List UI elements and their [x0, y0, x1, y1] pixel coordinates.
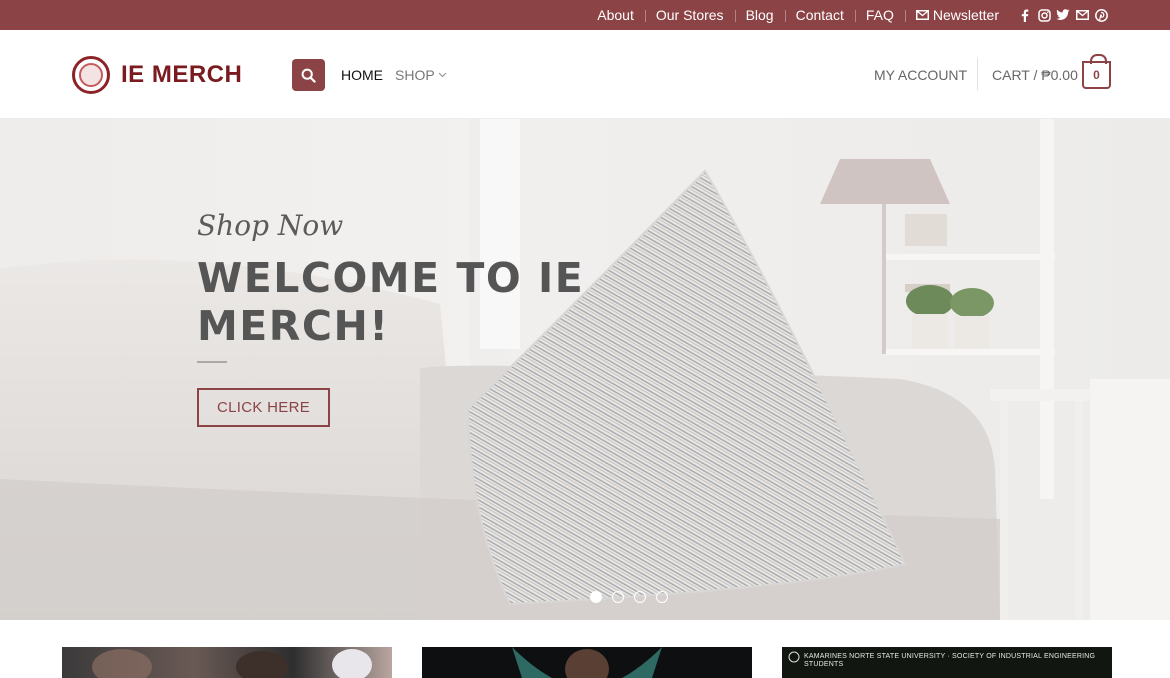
hero-background-image: [0, 119, 1170, 620]
promo-card-1-image: [92, 649, 372, 678]
top-bar: About Our Stores Blog Contact FAQ Newsle…: [0, 0, 1170, 30]
top-link-our-stores[interactable]: Our Stores: [644, 7, 735, 23]
top-link-faq[interactable]: FAQ: [854, 7, 905, 23]
seal-icon: [788, 651, 800, 663]
promo-card-3-caption: KAMARINES NORTE STATE UNIVERSITY · SOCIE…: [804, 653, 1096, 668]
social-icons: [1018, 0, 1108, 30]
chevron-down-icon: [438, 72, 447, 78]
slider-dot-4[interactable]: [656, 591, 668, 603]
hero-slider: Shop Now WELCOME TO IE MERCH! CLICK HERE: [0, 119, 1170, 620]
instagram-icon[interactable]: [1037, 8, 1051, 22]
search-button[interactable]: [292, 59, 325, 91]
cart-count-badge[interactable]: 0: [1082, 54, 1111, 89]
hero-title: WELCOME TO IE MERCH!: [197, 254, 585, 350]
top-link-about[interactable]: About: [586, 7, 645, 23]
twitter-icon[interactable]: [1056, 8, 1070, 22]
newsletter-link[interactable]: Newsletter: [904, 7, 1010, 23]
logo-seal-icon[interactable]: [72, 56, 110, 94]
nav-shop-label: SHOP: [395, 67, 435, 83]
promo-card-2[interactable]: [422, 647, 752, 678]
slider-dot-1[interactable]: [590, 591, 602, 603]
nav-home[interactable]: HOME: [341, 67, 383, 83]
promo-card-1[interactable]: [62, 647, 392, 678]
top-link-blog[interactable]: Blog: [734, 7, 785, 23]
site-header: IE MERCH HOME SHOP MY ACCOUNT CART / ₱0.…: [0, 30, 1170, 119]
header-divider: [977, 58, 978, 90]
newsletter-label: Newsletter: [932, 7, 999, 23]
hero-divider: [197, 361, 227, 363]
promo-card-3[interactable]: KAMARINES NORTE STATE UNIVERSITY · SOCIE…: [782, 647, 1112, 678]
search-icon: [301, 68, 316, 83]
logo-text[interactable]: IE MERCH: [121, 61, 242, 89]
click-here-button[interactable]: CLICK HERE: [197, 388, 330, 427]
slider-dots: [590, 591, 668, 603]
email-icon[interactable]: [1075, 8, 1089, 22]
slider-dot-3[interactable]: [634, 591, 646, 603]
hero-subtitle: Shop Now: [197, 209, 344, 242]
envelope-icon: [915, 10, 929, 20]
top-nav: About Our Stores Blog Contact FAQ Newsle…: [586, 0, 1010, 30]
promo-card-2-image: [512, 647, 662, 678]
cart-link[interactable]: CART / ₱0.00: [992, 67, 1078, 83]
slider-dot-2[interactable]: [612, 591, 624, 603]
facebook-icon[interactable]: [1018, 8, 1032, 22]
my-account-link[interactable]: MY ACCOUNT: [874, 67, 967, 83]
nav-shop[interactable]: SHOP: [395, 67, 447, 83]
pinterest-icon[interactable]: [1094, 8, 1108, 22]
top-link-contact[interactable]: Contact: [784, 7, 855, 23]
